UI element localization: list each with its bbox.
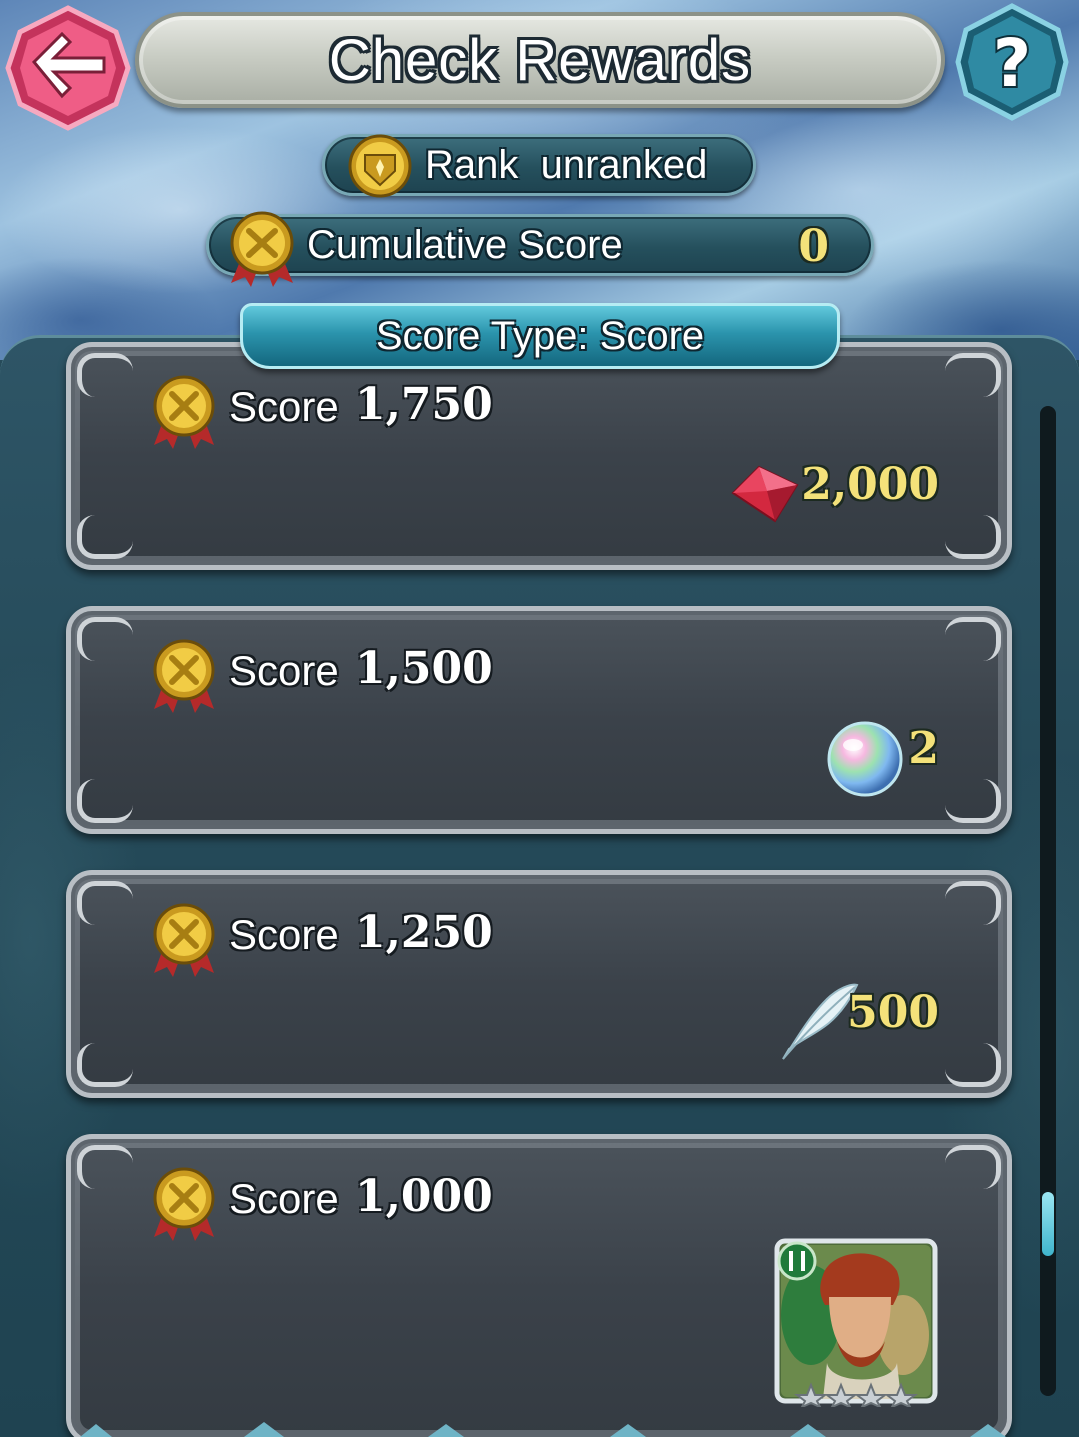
rank-label: Rank unranked [425,142,708,187]
reward-card: Score 1,750 2,000 [66,342,1012,570]
reward-score-label: Score [229,383,339,430]
card-corner-ornament [945,617,1001,661]
cumulative-score-display: Cumulative Score 0 [206,211,874,287]
card-corner-ornament [945,1145,1001,1189]
reward-score-label: Score [229,911,339,958]
reward-score-value: 1,250 [355,907,493,958]
page-title: Check Rewards [328,27,752,93]
score-medal-icon [230,211,294,287]
score-medal-icon [153,903,215,977]
back-button[interactable] [4,4,132,132]
reward-score-value: 1,500 [355,643,493,694]
card-corner-ornament [945,353,1001,397]
card-corner-ornament [77,353,133,397]
score-type-tab[interactable]: Score Type: Score [240,303,840,369]
hero-portrait-icon[interactable] [771,1235,941,1407]
score-medal-icon [153,1167,215,1241]
question-mark-icon: ? [955,3,1069,121]
reward-amount: 2,000 [801,459,939,510]
card-corner-ornament [77,515,133,559]
cumulative-score-value: 0 [798,221,829,272]
scrollbar-thumb[interactable] [1042,1192,1054,1256]
score-medal-icon [153,639,215,713]
reward-amount: 500 [847,987,939,1038]
rank-display: Rank unranked [322,134,756,198]
reward-score-value: 1,000 [355,1171,493,1222]
svg-text:?: ? [993,25,1031,102]
reward-score-label: Score [229,647,339,694]
back-arrow-icon [5,5,131,131]
reward-score-value: 1,750 [355,379,493,430]
card-corner-ornament [945,881,1001,925]
sacred-orb-icon [827,721,903,797]
card-corner-ornament [945,1043,1001,1087]
card-corner-ornament [945,515,1001,559]
card-corner-ornament [945,779,1001,823]
card-corner-ornament [77,617,133,661]
help-button[interactable]: ? [952,2,1072,122]
cumulative-score-label: Cumulative Score [307,222,623,267]
title-plate: Check Rewards [135,12,945,108]
card-corner-ornament [77,1145,133,1189]
rank-crest-icon [348,134,412,198]
reward-score-label: Score [229,1175,339,1222]
score-medal-icon [153,375,215,449]
score-type-label: Score Type: Score [375,313,705,358]
bottom-ornament-row [80,1422,1006,1437]
reward-card: Score 1,250 500 [66,870,1012,1098]
card-corner-ornament [77,779,133,823]
reward-card: Score 1,500 2 [66,606,1012,834]
card-corner-ornament [77,881,133,925]
reward-amount: 2 [908,723,939,774]
reward-card: Score 1,000 [66,1134,1012,1437]
card-corner-ornament [77,1043,133,1087]
orb-gem-icon [731,465,799,523]
